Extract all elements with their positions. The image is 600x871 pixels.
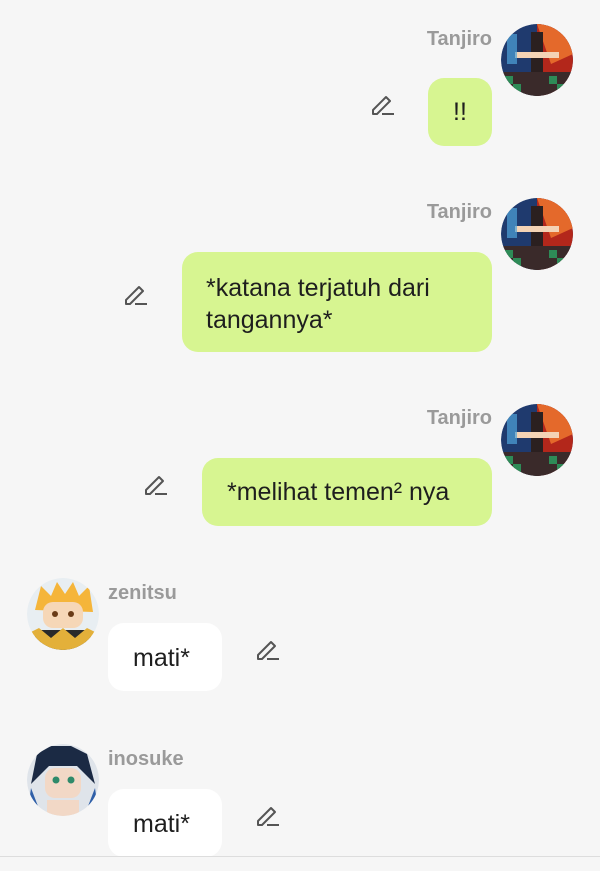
sender-name: zenitsu [108,582,177,604]
message-bubble[interactable]: *melihat temen² nya [202,458,492,526]
message-text: *melihat temen² nya [227,478,450,506]
edit-message-button[interactable] [255,802,281,828]
message-text: *katana terjatuh dari tangannya* [206,274,430,334]
edit-message-button[interactable] [370,91,396,117]
message-text: !! [453,98,467,126]
pencil-icon [257,641,279,660]
pencil-icon [125,286,147,305]
message-row: Tanjiro *katana terjatuh dari tangannya* [0,172,600,372]
zenitsu-avatar-image [27,578,99,650]
avatar[interactable] [501,24,573,96]
message-text: mati* [133,810,190,838]
edit-message-button[interactable] [123,281,149,307]
avatar[interactable] [27,744,99,816]
tanjiro-avatar-image [501,198,573,270]
inosuke-avatar-image [27,744,99,816]
pencil-icon [145,476,167,495]
sender-name: inosuke [108,748,184,770]
sender-name: Tanjiro [426,407,492,429]
avatar[interactable] [501,404,573,476]
message-bubble[interactable]: !! [428,78,492,146]
pencil-icon [257,807,279,826]
sender-name: Tanjiro [426,201,492,223]
tanjiro-avatar-image [501,24,573,96]
message-row: Tanjiro !! [0,0,600,160]
sender-name: Tanjiro [426,28,492,50]
edit-message-button[interactable] [255,636,281,662]
avatar[interactable] [27,578,99,650]
bottom-divider [0,856,600,857]
message-bubble[interactable]: mati* [108,623,222,691]
edit-message-button[interactable] [143,471,169,497]
tanjiro-avatar-image [501,404,573,476]
avatar[interactable] [501,198,573,270]
message-row: inosuke mati* [0,736,600,861]
message-row: Tanjiro *melihat temen² nya [0,380,600,540]
message-bubble[interactable]: mati* [108,789,222,857]
message-text: mati* [133,644,190,672]
message-row: zenitsu mati* [0,570,600,700]
pencil-icon [372,96,394,115]
message-bubble[interactable]: *katana terjatuh dari tangannya* [182,252,492,352]
